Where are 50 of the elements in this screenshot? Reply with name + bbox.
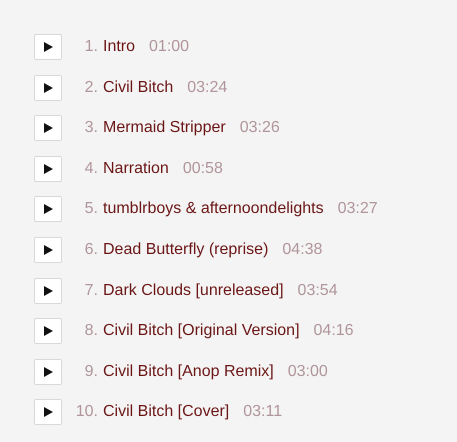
track-number: 10. (74, 402, 98, 422)
track-duration: 03:27 (338, 199, 378, 220)
track-duration: 04:38 (282, 240, 322, 260)
play-button[interactable] (34, 236, 62, 263)
play-button[interactable] (34, 278, 62, 304)
track-number: 2. (84, 78, 98, 98)
play-button[interactable] (34, 358, 62, 385)
play-icon (44, 407, 52, 418)
track-title[interactable]: Mermaid Stripper (103, 115, 226, 142)
track-duration: 00:58 (182, 158, 223, 179)
play-icon (44, 42, 52, 52)
play-button[interactable] (34, 318, 62, 344)
track-number: 1. (84, 37, 98, 57)
track-title[interactable]: Civil Bitch [Original Version] (103, 318, 300, 344)
play-icon (44, 326, 52, 336)
play-icon (44, 82, 52, 93)
track-number: 5. (84, 199, 98, 220)
track-title[interactable]: tumblrboys & afternoondelights (103, 196, 324, 222)
track-title[interactable]: Intro (103, 34, 136, 60)
track-duration: 04:16 (314, 321, 354, 342)
track-title[interactable]: Narration (103, 156, 169, 182)
track-number: 4. (84, 158, 98, 179)
track-duration: 03:11 (243, 402, 282, 422)
play-button[interactable] (34, 156, 62, 182)
play-button[interactable] (34, 34, 62, 60)
track-duration: 03:24 (187, 78, 228, 98)
track-number: 6. (84, 240, 98, 260)
track-duration: 03:26 (240, 118, 280, 138)
track-title[interactable]: Civil Bitch [Anop Remix] (103, 358, 274, 385)
play-icon (44, 204, 52, 214)
track-duration: 03:54 (298, 280, 338, 301)
track-title[interactable]: Civil Bitch (103, 74, 174, 101)
track-number: 7. (84, 280, 98, 301)
play-icon (44, 164, 52, 174)
play-button[interactable] (34, 115, 62, 142)
play-icon (44, 244, 52, 255)
play-button[interactable] (34, 74, 62, 101)
play-button[interactable] (34, 399, 62, 426)
track-title[interactable]: Dead Butterfly (reprise) (103, 236, 268, 263)
track-title[interactable]: Civil Bitch [Cover] (103, 399, 230, 426)
play-icon (44, 286, 52, 296)
track-duration: 01:00 (149, 37, 190, 57)
track-number: 9. (84, 362, 98, 382)
track-duration: 03:00 (288, 362, 328, 382)
track-number: 8. (84, 321, 98, 342)
track-number: 3. (84, 118, 98, 138)
play-icon (44, 123, 52, 134)
track-title[interactable]: Dark Clouds [unreleased] (103, 278, 284, 304)
play-icon (44, 366, 52, 377)
play-button[interactable] (34, 196, 62, 222)
